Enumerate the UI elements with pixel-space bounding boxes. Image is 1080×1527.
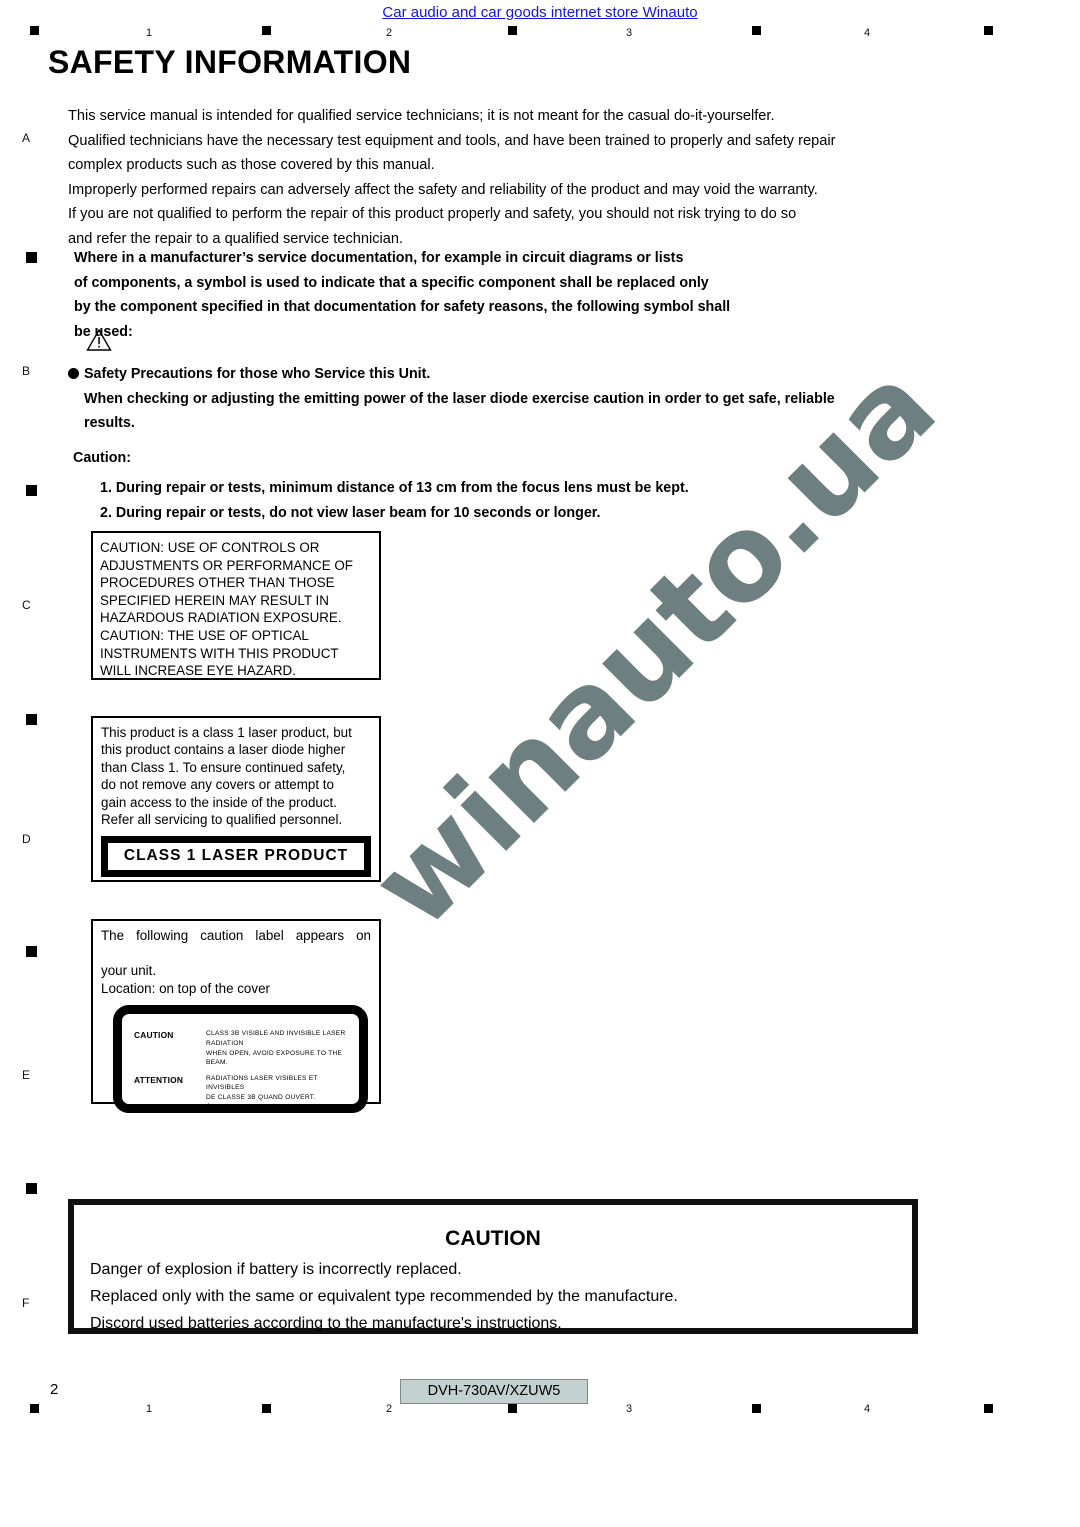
intro-line: Qualified technicians have the necessary…	[68, 132, 836, 149]
sticker-text-line: WHEN OPEN, AVOID EXPOSURE TO THE BEAM.	[206, 1049, 343, 1067]
registration-mark	[508, 26, 517, 35]
class1-line: This product is a class 1 laser product,…	[101, 725, 352, 740]
unit-caution-label-box: The following caution label appears on y…	[91, 919, 381, 1114]
page-title: SAFETY INFORMATION	[48, 44, 412, 80]
intro-line: Improperly performed repairs can adverse…	[68, 181, 818, 198]
store-link[interactable]: Car audio and car goods internet store W…	[0, 4, 1080, 21]
registration-mark	[752, 1404, 761, 1413]
caution-label: Caution:	[73, 449, 131, 466]
class1-line: do not remove any covers or attempt to	[101, 777, 334, 793]
sticker-text-english: CLASS 3B VISIBLE AND INVISIBLE LASER RAD…	[206, 1029, 355, 1067]
row-letter-f: F	[22, 1296, 30, 1310]
registration-mark	[984, 26, 993, 35]
class1-line: this product contains a laser diode high…	[101, 742, 346, 758]
registration-mark	[26, 1183, 37, 1194]
registration-mark	[262, 1404, 271, 1413]
unit-label-intro: The following caution label appears on y…	[101, 927, 371, 997]
column-number-bottom: 3	[626, 1403, 633, 1415]
registration-mark	[26, 485, 37, 496]
registration-mark	[508, 1404, 517, 1413]
row-letter-e: E	[22, 1068, 31, 1082]
class1-line: gain access to the inside of the product…	[101, 794, 337, 810]
controls-caution-line: CAUTION: USE OF CONTROLS OR	[100, 540, 320, 555]
row-letter-c: C	[22, 598, 31, 612]
registration-mark	[984, 1404, 993, 1413]
sticker-row: ATTENTION RADIATIONS LASER VISIBLES ET I…	[126, 1074, 355, 1112]
battery-caution-line: Replaced only with the same or equivalen…	[90, 1288, 678, 1305]
intro-line: If you are not qualified to perform the …	[68, 206, 797, 222]
intro-paragraph: This service manual is intended for qual…	[68, 104, 948, 251]
precautions-heading-text: Safety Precautions for those who Service…	[84, 366, 431, 382]
column-number-bottom: 2	[386, 1403, 393, 1415]
column-number-bottom: 4	[864, 1403, 871, 1415]
sticker-text-line: DE CLASSE 3B QUAND OUVERT.	[206, 1093, 316, 1101]
precautions-list: 1. During repair or tests, minimum dista…	[68, 470, 968, 525]
controls-caution-line: WILL INCREASE EYE HAZARD.	[100, 663, 296, 679]
sticker-keyword-caution: CAUTION	[134, 1030, 174, 1041]
class1-text: This product is a class 1 laser product,…	[101, 724, 371, 828]
sticker-keyword-attention: ATTENTION	[134, 1074, 184, 1085]
laser-warning-sticker: CAUTION CLASS 3B VISIBLE AND INVISIBLE L…	[113, 1005, 368, 1114]
precautions-list-item: 2. During repair or tests, do not view l…	[100, 504, 601, 521]
intro-line: This service manual is intended for qual…	[68, 108, 775, 124]
battery-caution-line: Discord used batteries according to the …	[90, 1315, 562, 1332]
controls-caution-line: INSTRUMENTS WITH THIS PRODUCT	[100, 645, 339, 661]
precautions-body-line: results.	[84, 415, 135, 431]
row-letter-a: A	[22, 131, 31, 145]
class1-line: than Class 1. To ensure continued safety…	[101, 759, 346, 775]
symbol-notice-line: of components, a symbol is used to indic…	[74, 274, 709, 291]
unit-label-intro-line: your unit.	[101, 963, 157, 979]
sticker-text-line: RADIATIONS LASER VISIBLES ET INVISIBLES	[206, 1074, 318, 1092]
column-number-bottom: 1	[146, 1403, 153, 1415]
controls-caution-line: SPECIFIED HEREIN MAY RESULT IN	[100, 592, 329, 608]
controls-caution-line: HAZARDOUS RADIATION EXPOSURE.	[100, 610, 342, 626]
bullet-icon	[68, 368, 79, 379]
column-number-top: 1	[146, 27, 153, 39]
registration-mark	[30, 1404, 39, 1413]
model-badge: DVH-730AV/XZUW5	[400, 1379, 588, 1404]
column-number-top: 4	[864, 27, 871, 39]
battery-caution-title: CAUTION	[445, 1227, 541, 1250]
battery-caution-box: CAUTION Danger of explosion if battery i…	[68, 1199, 918, 1334]
intro-line: complex products such as those covered b…	[68, 157, 435, 173]
controls-caution-line: CAUTION: THE USE OF OPTICAL	[100, 627, 309, 643]
class1-line: Refer all servicing to qualified personn…	[101, 812, 343, 828]
row-letter-b: B	[22, 364, 31, 378]
registration-mark	[26, 714, 37, 725]
symbol-notice: Where in a manufacturer’s service docume…	[74, 246, 834, 344]
symbol-notice-line: by the component specified in that docum…	[74, 299, 731, 315]
unit-label-intro-line: The following caution label appears on	[101, 928, 371, 943]
precautions-block: Safety Precautions for those who Service…	[68, 362, 968, 525]
symbol-notice-line: Where in a manufacturer’s service docume…	[74, 250, 684, 266]
manual-page: Car audio and car goods internet store W…	[0, 0, 1080, 1527]
precautions-body-line: When checking or adjusting the emitting …	[84, 390, 835, 407]
registration-mark	[26, 252, 37, 263]
page-number: 2	[50, 1381, 59, 1398]
sticker-row: CAUTION CLASS 3B VISIBLE AND INVISIBLE L…	[126, 1029, 355, 1067]
warning-triangle-icon	[86, 328, 112, 357]
row-letter-d: D	[22, 832, 31, 846]
sticker-text-line: ÉVITEZ TOUT EXPOSITION AU FAISCEAU.	[206, 1103, 347, 1111]
symbol-notice-line: be used:	[74, 323, 133, 340]
class1-laser-box: This product is a class 1 laser product,…	[91, 716, 381, 882]
registration-mark	[752, 26, 761, 35]
registration-mark	[26, 946, 37, 957]
precautions-heading: Safety Precautions for those who Service…	[68, 362, 968, 387]
controls-caution-line: PROCEDURES OTHER THAN THOSE	[100, 575, 335, 591]
sticker-text-french: RADIATIONS LASER VISIBLES ET INVISIBLES …	[206, 1074, 355, 1112]
precautions-list-item: 1. During repair or tests, minimum dista…	[100, 480, 689, 496]
controls-caution-text: CAUTION: USE OF CONTROLS OR ADJUSTMENTS …	[100, 539, 372, 680]
unit-label-intro-line: Location: on top of the cover	[101, 980, 270, 996]
column-number-top: 2	[386, 27, 393, 39]
column-number-top: 3	[626, 27, 633, 39]
sticker-text-line: CLASS 3B VISIBLE AND INVISIBLE LASER RAD…	[206, 1030, 346, 1047]
controls-caution-box: CAUTION: USE OF CONTROLS OR ADJUSTMENTS …	[91, 531, 381, 680]
registration-mark	[30, 26, 39, 35]
battery-caution-line: Danger of explosion if battery is incorr…	[90, 1261, 462, 1278]
class1-laser-label: CLASS 1 LASER PRODUCT	[101, 836, 371, 878]
battery-caution-text: Danger of explosion if battery is incorr…	[74, 1256, 912, 1337]
registration-mark	[262, 26, 271, 35]
controls-caution-line: ADJUSTMENTS OR PERFORMANCE OF	[100, 557, 353, 573]
